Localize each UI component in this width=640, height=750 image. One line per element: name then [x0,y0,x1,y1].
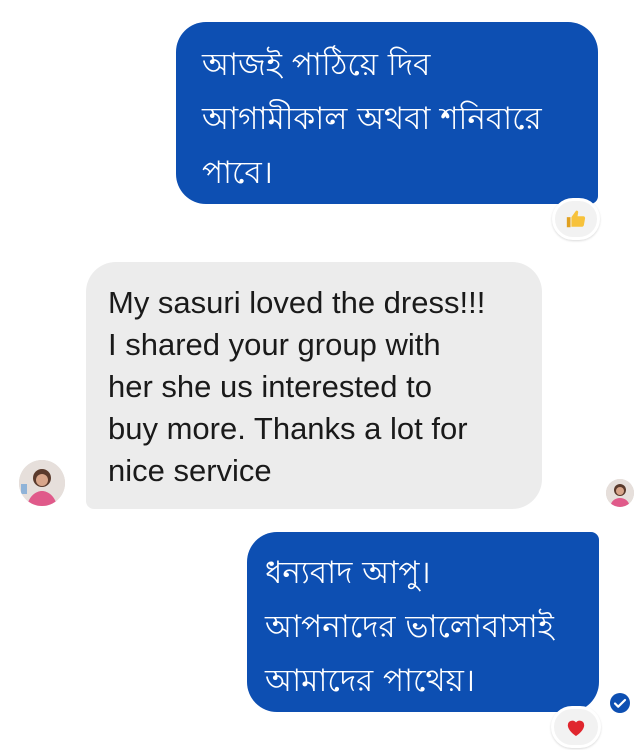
thumbs-up-icon[interactable] [552,198,600,240]
outgoing-message-bubble[interactable]: আজই পাঠিয়ে দিব আগামীকাল অথবা শনিবারে পা… [176,22,598,204]
heart-icon[interactable] [551,706,601,748]
sender-avatar[interactable] [19,460,65,506]
outgoing-message-bubble[interactable]: ধন্যবাদ আপু। আপনাদের ভালোবাসাই আমাদের পা… [247,532,599,712]
read-receipt-avatar [606,479,634,507]
incoming-message-bubble[interactable]: My sasuri loved the dress!!! I shared yo… [86,262,542,509]
sent-check-icon [610,693,630,713]
chat-thread: আজই পাঠিয়ে দিব আগামীকাল অথবা শনিবারে পা… [0,0,640,750]
